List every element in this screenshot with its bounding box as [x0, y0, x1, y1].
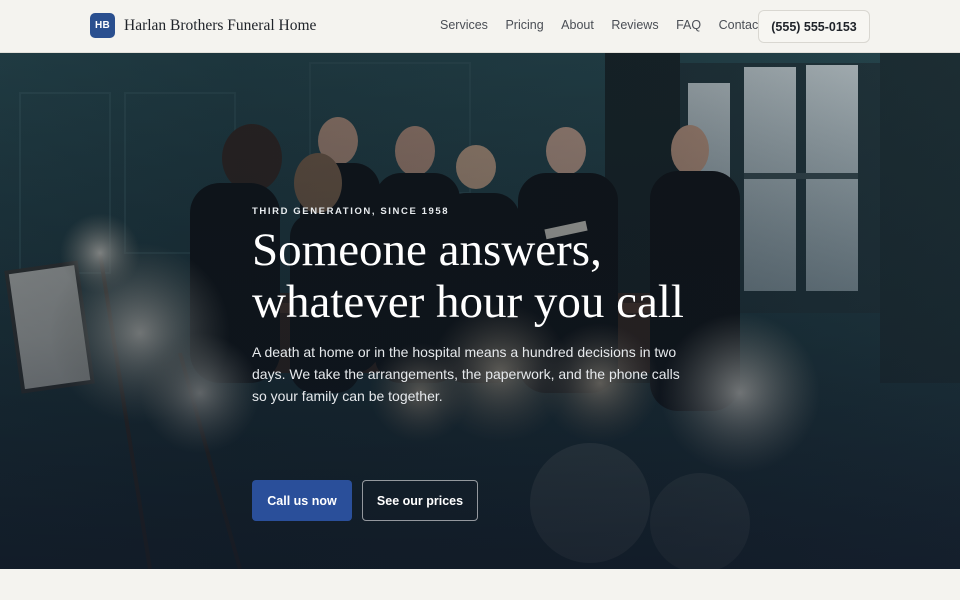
see-prices-button[interactable]: See our prices	[362, 480, 478, 521]
nav-link-services[interactable]: Services	[440, 18, 488, 32]
next-section	[0, 569, 960, 600]
phone-button[interactable]: (555) 555-0153	[758, 10, 870, 43]
nav-link-faq[interactable]: FAQ	[676, 18, 701, 32]
nav-link-about[interactable]: About	[561, 18, 594, 32]
hero-content: THIRD GENERATION, SINCE 1958 Someone ans…	[252, 206, 712, 521]
brand-name: Harlan Brothers Funeral Home	[124, 16, 317, 34]
nav-link-contact[interactable]: Contact	[719, 18, 762, 32]
site-header: HB Harlan Brothers Funeral Home Services…	[0, 0, 960, 53]
hero-subtitle: A death at home or in the hospital means…	[252, 344, 680, 404]
nav-link-pricing[interactable]: Pricing	[505, 18, 543, 32]
logo-badge: HB	[90, 13, 115, 38]
hero-cta-row: Call us now See our prices	[252, 480, 478, 521]
nav-link-reviews[interactable]: Reviews	[611, 18, 658, 32]
brand[interactable]: HB Harlan Brothers Funeral Home	[90, 13, 316, 38]
hero-eyebrow: THIRD GENERATION, SINCE 1958	[252, 206, 450, 217]
call-now-button[interactable]: Call us now	[252, 480, 352, 521]
hero-section: THIRD GENERATION, SINCE 1958 Someone ans…	[0, 53, 960, 569]
hero-title: Someone answers, whatever hour you call	[252, 224, 684, 328]
main-nav: Services Pricing About Reviews FAQ Conta…	[440, 18, 779, 32]
